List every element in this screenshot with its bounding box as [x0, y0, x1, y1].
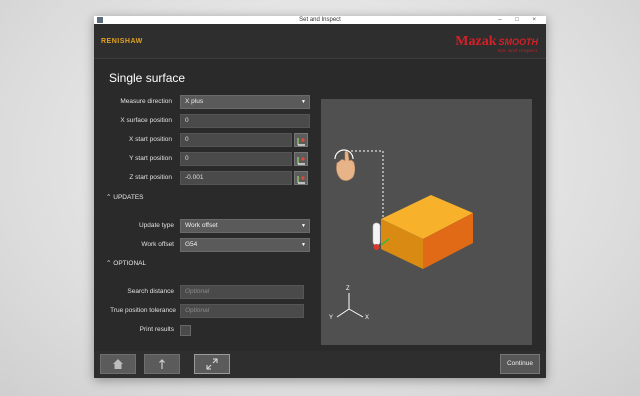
- renishaw-logo: RENISHAW: [101, 38, 143, 45]
- window-controls[interactable]: – □ ×: [498, 16, 542, 24]
- collapse-button[interactable]: [194, 354, 230, 374]
- axis-pick-icon: [297, 138, 305, 146]
- y-start-position-row: Y start position 0: [94, 152, 314, 166]
- chevron-down-icon: ▼: [301, 99, 306, 105]
- chevron-up-icon: ⌃: [106, 194, 112, 201]
- touch-hand-icon: [334, 149, 356, 181]
- update-type-row: Update type Work offset ▼: [94, 219, 314, 233]
- window-title: Set and Inspect: [299, 17, 341, 23]
- search-distance-input[interactable]: Optional: [180, 285, 304, 299]
- position-picker-button[interactable]: [294, 152, 308, 166]
- updates-section-title: UPDATES: [113, 194, 144, 201]
- measure-direction-value: X plus: [185, 98, 204, 105]
- z-start-position-row: Z start position -0.001: [94, 171, 314, 185]
- measurement-illustration: Z Y X: [321, 99, 532, 345]
- probe-path-line: [351, 150, 384, 217]
- update-type-label: Update type: [138, 222, 174, 229]
- measure-direction-row: Measure direction X plus ▼: [94, 95, 314, 109]
- print-results-checkbox[interactable]: [180, 325, 191, 336]
- continue-button[interactable]: Continue: [500, 354, 540, 374]
- smooth-wordmark: SMOOTH: [498, 37, 539, 47]
- mazak-logo: Mazak SMOOTH Set and Inspect: [455, 32, 538, 53]
- work-offset-label: Work offset: [141, 241, 174, 248]
- true-position-tolerance-row: True position tolerance Optional: [94, 304, 314, 318]
- x-surface-position-row: X surface position 0: [94, 114, 314, 128]
- up-button[interactable]: [144, 354, 180, 374]
- z-start-position-input[interactable]: -0.001: [180, 171, 292, 185]
- true-position-tolerance-label: True position tolerance: [110, 307, 176, 314]
- y-start-position-label: Y start position: [129, 155, 172, 162]
- work-offset-value: G54: [185, 241, 198, 248]
- x-start-position-row: X start position 0: [94, 133, 314, 147]
- workpiece-block: [381, 195, 473, 269]
- print-results-label: Print results: [139, 326, 174, 333]
- axis-y-label: Y: [329, 315, 333, 321]
- x-start-position-input[interactable]: 0: [180, 133, 292, 147]
- illustration-canvas: Z Y X: [329, 149, 473, 321]
- page-title: Single surface: [109, 71, 186, 85]
- z-start-position-label: Z start position: [129, 174, 172, 181]
- position-picker-button[interactable]: [294, 171, 308, 185]
- axis-pick-icon: [297, 176, 305, 184]
- true-position-tolerance-input[interactable]: Optional: [180, 304, 304, 318]
- search-distance-label: Search distance: [127, 288, 174, 295]
- axis-x-label: X: [365, 315, 369, 321]
- optional-section-toggle[interactable]: ⌃ OPTIONAL: [106, 259, 146, 267]
- chevron-up-icon: ⌃: [106, 260, 112, 267]
- main-content: Single surface Measure direction X plus ▼…: [94, 59, 546, 351]
- footer-bar: Continue: [94, 351, 546, 378]
- print-results-row: Print results: [94, 323, 314, 337]
- work-offset-row: Work offset G54 ▼: [94, 238, 314, 252]
- brand-bar: RENISHAW Mazak SMOOTH Set and Inspect: [94, 24, 546, 59]
- app-window: Set and Inspect – □ × RENISHAW Mazak SMOO…: [94, 16, 546, 378]
- chevron-down-icon: ▼: [301, 223, 306, 229]
- axis-pick-icon: [297, 157, 305, 165]
- measure-direction-label: Measure direction: [120, 98, 172, 105]
- axis-triad: Z Y X: [329, 286, 369, 321]
- arrow-up-icon: [159, 359, 165, 369]
- home-button[interactable]: [100, 354, 136, 374]
- x-start-position-label: X start position: [129, 136, 172, 143]
- y-start-position-input[interactable]: 0: [180, 152, 292, 166]
- update-type-value: Work offset: [185, 222, 218, 229]
- x-surface-position-label: X surface position: [120, 117, 172, 124]
- chevron-down-icon: ▼: [301, 242, 306, 248]
- title-bar: Set and Inspect – □ ×: [94, 16, 546, 24]
- x-surface-position-input[interactable]: 0: [180, 114, 310, 128]
- axis-z-label: Z: [346, 286, 350, 292]
- mazak-wordmark: Mazak: [455, 34, 497, 49]
- optional-section-title: OPTIONAL: [113, 260, 147, 267]
- updates-section-toggle[interactable]: ⌃ UPDATES: [106, 193, 143, 201]
- home-icon: [113, 359, 123, 369]
- position-picker-button[interactable]: [294, 133, 308, 147]
- collapse-icon: [206, 358, 218, 370]
- app-icon: [97, 17, 103, 23]
- search-distance-row: Search distance Optional: [94, 285, 314, 299]
